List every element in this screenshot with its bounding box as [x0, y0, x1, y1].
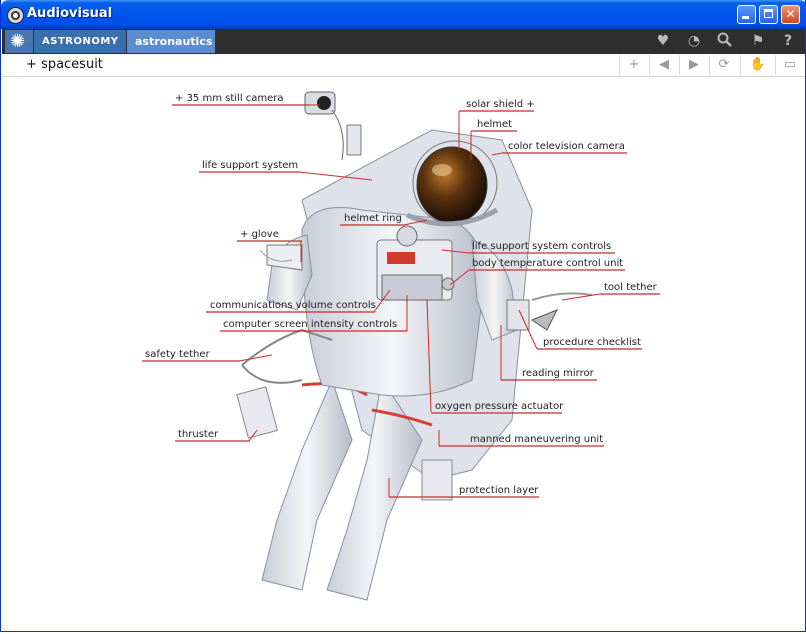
- label-still-camera[interactable]: + 35 mm still camera: [172, 93, 309, 106]
- svg-text:life support system: life support system: [202, 160, 298, 171]
- still-camera-shape: [304, 91, 362, 161]
- tab-astronautics[interactable]: astronautics: [127, 30, 215, 53]
- label-body-temperature-control-unit: body temperature control unit: [469, 258, 625, 271]
- label-computer-screen-intensity-controls: computer screen intensity controls: [220, 319, 407, 332]
- svg-text:tool tether: tool tether: [604, 282, 658, 293]
- window-icon[interactable]: ▭: [775, 55, 804, 75]
- title-bar: Audiovisual ✕: [1, 0, 806, 29]
- svg-text:helmet: helmet: [477, 119, 512, 130]
- label-oxygen-pressure-actuator: oxygen pressure actuator: [431, 401, 564, 414]
- home-logo-icon[interactable]: [5, 30, 33, 53]
- back-icon[interactable]: ◀: [649, 55, 678, 75]
- nav-bar: ASTRONOMY astronautics ♥ ◔ ⚑ ?: [2, 29, 805, 54]
- svg-text:color television camera: color television camera: [508, 141, 625, 152]
- search-icon[interactable]: [715, 32, 735, 50]
- app-icon: [7, 7, 24, 24]
- label-helmet-ring: helmet ring: [340, 213, 405, 226]
- label-solar-shield[interactable]: solar shield +: [459, 99, 535, 112]
- label-procedure-checklist: procedure checklist: [537, 337, 642, 350]
- spacesuit-illustration: + 35 mm still camera life support system…: [142, 91, 660, 601]
- add-icon[interactable]: +: [619, 55, 648, 75]
- svg-text:protection layer: protection layer: [459, 485, 539, 496]
- label-life-support-system: life support system: [199, 160, 300, 173]
- label-protection-layer: protection layer: [389, 485, 539, 498]
- label-safety-tether: safety tether: [142, 349, 240, 362]
- svg-text:solar shield +: solar shield +: [466, 99, 535, 110]
- label-glove[interactable]: + glove: [237, 229, 302, 242]
- app-window: Audiovisual ✕ ASTRONOMY astronautics ♥ ◔…: [0, 0, 806, 632]
- maximize-button[interactable]: [759, 5, 778, 24]
- clock-icon[interactable]: ◔: [684, 32, 704, 50]
- svg-text:+ 35 mm still camera: + 35 mm still camera: [175, 93, 284, 104]
- svg-text:life support system controls: life support system controls: [472, 241, 611, 252]
- svg-text:safety tether: safety tether: [145, 349, 211, 360]
- refresh-icon[interactable]: ⟳: [709, 55, 738, 75]
- hand-icon[interactable]: ✋: [740, 55, 775, 75]
- illustration-area: + 35 mm still camera life support system…: [2, 77, 805, 630]
- label-color-television-camera: color television camera: [502, 141, 627, 154]
- svg-text:communications volume controls: communications volume controls: [210, 300, 376, 311]
- svg-text:computer screen intensity cont: computer screen intensity controls: [223, 319, 397, 330]
- forward-icon[interactable]: ▶: [679, 55, 708, 75]
- page-title: + spacesuit: [26, 57, 103, 72]
- svg-text:helmet ring: helmet ring: [344, 213, 402, 224]
- svg-text:procedure checklist: procedure checklist: [543, 337, 641, 348]
- minimize-button[interactable]: [737, 5, 756, 24]
- svg-text:oxygen pressure actuator: oxygen pressure actuator: [435, 401, 564, 412]
- svg-text:thruster: thruster: [178, 429, 219, 440]
- label-helmet: helmet: [471, 119, 517, 132]
- help-icon[interactable]: ?: [778, 32, 798, 50]
- label-tool-tether: tool tether: [600, 282, 660, 295]
- tab-astronomy[interactable]: ASTRONOMY: [34, 30, 126, 53]
- svg-text:reading mirror: reading mirror: [522, 368, 595, 379]
- window-title: Audiovisual: [27, 6, 113, 21]
- label-life-support-system-controls: life support system controls: [469, 241, 615, 254]
- close-button[interactable]: ✕: [781, 5, 800, 24]
- label-communications-volume-controls: communications volume controls: [206, 300, 376, 313]
- heart-icon[interactable]: ♥: [653, 32, 673, 50]
- flag-icon[interactable]: ⚑: [748, 32, 768, 50]
- label-thruster: thruster: [175, 429, 250, 442]
- svg-text:body temperature control unit: body temperature control unit: [472, 258, 623, 269]
- svg-text:manned maneuvering unit: manned maneuvering unit: [470, 434, 603, 445]
- sub-toolbar: + spacesuit + ◀ ▶ ⟳ ✋ ▭: [2, 54, 805, 77]
- svg-text:+ glove: + glove: [240, 229, 279, 240]
